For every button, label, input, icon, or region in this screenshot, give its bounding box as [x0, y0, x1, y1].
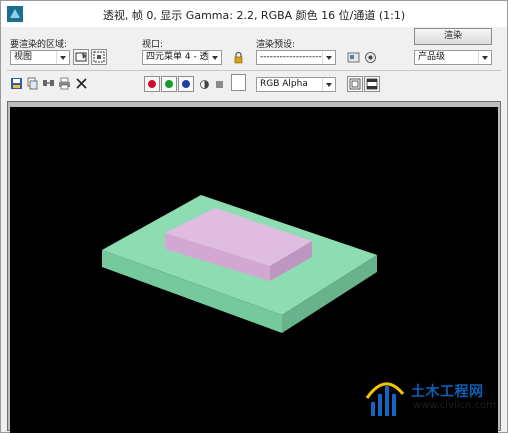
environment-button[interactable]: [364, 51, 377, 64]
toggle-ui-overlay-button[interactable]: [347, 76, 363, 92]
print-image-button[interactable]: [58, 77, 71, 90]
channel-display-value: RGB Alpha: [260, 79, 308, 89]
auto-region-button[interactable]: [91, 49, 107, 65]
monochrome-icon: [216, 81, 223, 88]
toggle-ui-button[interactable]: [364, 76, 380, 92]
close-icon: [76, 78, 87, 89]
save-image-button[interactable]: [10, 77, 23, 90]
area-to-render-dropdown[interactable]: 视图: [10, 50, 70, 65]
site-watermark: 土木工程网 www.civilcn.com: [361, 374, 501, 426]
edit-region-button[interactable]: [73, 49, 89, 65]
red-channel-icon: [148, 80, 156, 88]
chevron-down-icon: [56, 51, 69, 64]
production-level-value: 产品级: [418, 52, 446, 62]
window-title: 透视, 帧 0, 显示 Gamma: 2.2, RGBA 颜色 16 位/通道 …: [102, 9, 406, 22]
render-preset-label: 渲染预设:: [256, 40, 296, 50]
display-alpha-button[interactable]: [198, 78, 211, 91]
area-to-render-value: 视图: [14, 52, 33, 62]
red-channel-button[interactable]: [144, 76, 160, 92]
copy-image-button[interactable]: [26, 77, 39, 90]
overlay-icon: [349, 78, 361, 90]
watermark-title: 土木工程网: [411, 384, 484, 400]
lock-icon: [234, 51, 243, 64]
printer-icon: [59, 77, 70, 90]
color-swatch[interactable]: [231, 74, 246, 91]
save-icon: [11, 78, 22, 89]
monochrome-button[interactable]: [213, 78, 226, 91]
chevron-down-icon: [322, 78, 335, 91]
toolbar-divider: [7, 70, 501, 71]
render-setup-icon: [347, 52, 360, 63]
watermark-url: www.civilcn.com: [413, 400, 496, 411]
clone-window-button[interactable]: [42, 77, 55, 90]
teapot-icon: [365, 52, 376, 63]
app-icon: [7, 6, 23, 22]
auto-region-icon: [93, 51, 105, 63]
render-preset-dropdown[interactable]: -------------------------: [256, 50, 336, 65]
green-channel-button[interactable]: [161, 76, 177, 92]
viewport-value: 四元菜单 4 - 透视: [146, 52, 218, 62]
copy-icon: [27, 77, 38, 90]
green-channel-icon: [165, 80, 173, 88]
alpha-icon: [200, 80, 209, 89]
watermark-logo-icon: [365, 382, 405, 416]
panel-icon: [366, 78, 378, 90]
chevron-down-icon: [322, 51, 335, 64]
clear-image-button[interactable]: [75, 77, 88, 90]
production-level-dropdown[interactable]: 产品级: [414, 50, 492, 65]
chevron-down-icon: [478, 51, 491, 64]
render-setup-button[interactable]: [347, 51, 360, 64]
render-button[interactable]: 渲染: [414, 28, 492, 45]
blue-channel-icon: [182, 80, 190, 88]
chevron-down-icon: [208, 51, 221, 64]
viewport-dropdown[interactable]: 四元菜单 4 - 透视: [142, 50, 222, 65]
title-bar: 透视, 帧 0, 显示 Gamma: 2.2, RGBA 颜色 16 位/通道 …: [1, 1, 507, 27]
blue-channel-button[interactable]: [178, 76, 194, 92]
render-frame-window: 透视, 帧 0, 显示 Gamma: 2.2, RGBA 颜色 16 位/通道 …: [0, 0, 508, 433]
lock-viewport-button[interactable]: [232, 51, 245, 64]
clone-icon: [43, 80, 54, 86]
edit-region-icon: [75, 52, 87, 62]
viewport-label: 视口:: [142, 40, 164, 50]
channel-display-dropdown[interactable]: RGB Alpha: [256, 77, 336, 92]
area-to-render-label: 要渲染的区域:: [10, 40, 68, 50]
